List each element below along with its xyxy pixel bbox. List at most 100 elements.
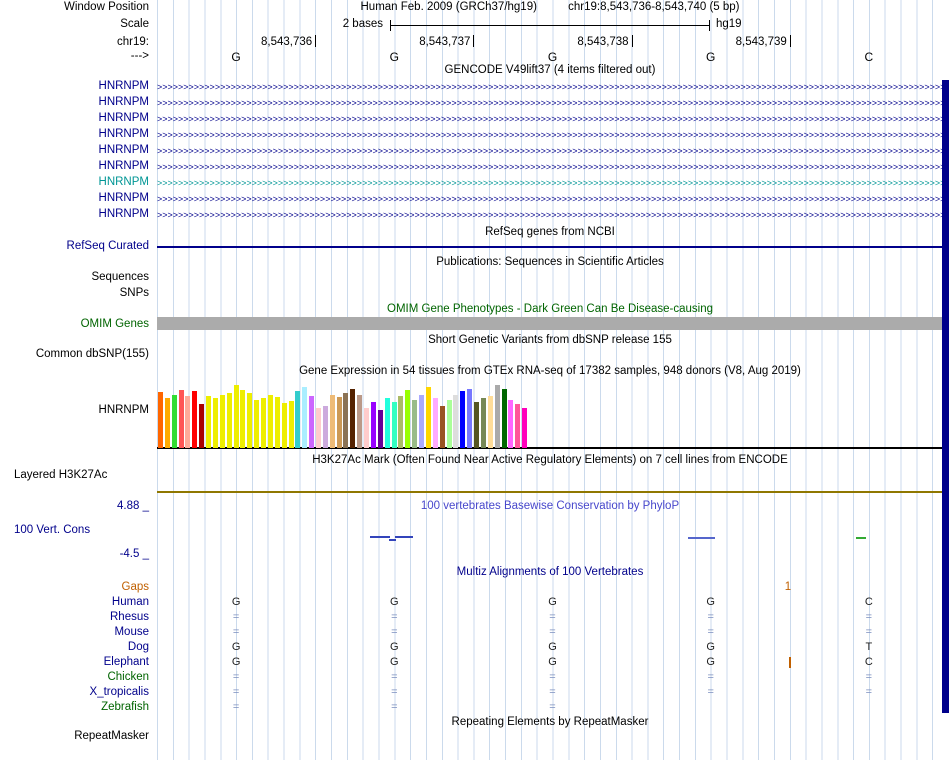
gtex-bar[interactable] (412, 400, 418, 448)
omim-gene-bar[interactable] (157, 317, 948, 330)
alignment-base: = (865, 626, 873, 638)
gene-exon-arrows[interactable]: >>>>>>>>>>>>>>>>>>>>>>>>>>>>>>>>>>>>>>>>… (157, 97, 942, 109)
gtex-bar[interactable] (474, 402, 480, 448)
gtex-bar[interactable] (425, 387, 431, 448)
gtex-bar[interactable] (192, 391, 198, 448)
alignment-base: G (231, 641, 241, 653)
gtex-bar[interactable] (206, 396, 212, 448)
gtex-bar[interactable] (199, 404, 205, 448)
sequences-label[interactable]: Sequences (0, 271, 149, 283)
gtex-bar[interactable] (288, 401, 294, 448)
gene-label[interactable]: HNRNPM (0, 144, 149, 156)
gtex-bar[interactable] (267, 395, 273, 448)
gtex-bar[interactable] (522, 408, 528, 448)
gtex-bar[interactable] (171, 395, 177, 448)
gene-exon-arrows[interactable]: >>>>>>>>>>>>>>>>>>>>>>>>>>>>>>>>>>>>>>>>… (157, 193, 942, 205)
species-label[interactable]: Rhesus (0, 611, 149, 623)
gtex-bar[interactable] (460, 391, 466, 448)
species-label[interactable]: Chicken (0, 671, 149, 683)
gtex-gene-label[interactable]: HNRNPM (0, 404, 149, 416)
gene-exon-arrows[interactable]: >>>>>>>>>>>>>>>>>>>>>>>>>>>>>>>>>>>>>>>>… (157, 81, 942, 93)
gaps-label[interactable]: Gaps (0, 581, 150, 593)
gtex-bar[interactable] (508, 400, 514, 448)
ruler-base: C (864, 50, 874, 64)
species-label[interactable]: Human (0, 596, 149, 608)
dbsnp-label[interactable]: Common dbSNP(155) (0, 348, 149, 360)
gene-exon-arrows[interactable]: >>>>>>>>>>>>>>>>>>>>>>>>>>>>>>>>>>>>>>>>… (157, 161, 942, 173)
gene-exon-arrows[interactable]: >>>>>>>>>>>>>>>>>>>>>>>>>>>>>>>>>>>>>>>>… (157, 113, 942, 125)
refseq-gene-bar[interactable] (157, 246, 943, 248)
gtex-bar[interactable] (432, 398, 438, 448)
gtex-bar[interactable] (233, 385, 239, 448)
gtex-bar[interactable] (364, 408, 370, 448)
conservation-label[interactable]: 100 Vert. Cons (14, 524, 90, 536)
gtex-bar[interactable] (178, 390, 184, 448)
gtex-bar[interactable] (494, 385, 500, 448)
alignment-base: = (232, 701, 240, 713)
gtex-bar[interactable] (439, 406, 445, 448)
gtex-bar[interactable] (480, 398, 486, 448)
gtex-bar[interactable] (384, 398, 390, 448)
species-label[interactable]: Zebrafish (0, 701, 149, 713)
gtex-bar[interactable] (377, 410, 383, 448)
gene-exon-arrows[interactable]: >>>>>>>>>>>>>>>>>>>>>>>>>>>>>>>>>>>>>>>>… (157, 177, 942, 189)
gtex-bar[interactable] (158, 392, 163, 448)
species-label[interactable]: Mouse (0, 626, 149, 638)
gtex-bar[interactable] (467, 389, 473, 448)
gtex-bar[interactable] (247, 393, 253, 448)
gtex-bar[interactable] (226, 393, 232, 448)
gtex-bar[interactable] (398, 396, 404, 448)
gtex-bar[interactable] (391, 402, 397, 448)
alignment-base: = (391, 701, 398, 713)
gtex-bar[interactable] (295, 391, 301, 448)
gene-label[interactable]: HNRNPM (0, 192, 149, 204)
gtex-bar[interactable] (370, 402, 376, 448)
gtex-bar[interactable] (274, 397, 280, 448)
gtex-bar[interactable] (329, 395, 335, 448)
gtex-bar[interactable] (453, 395, 459, 448)
gtex-bar[interactable] (350, 389, 356, 448)
h3k27ac-label[interactable]: Layered H3K27Ac (14, 469, 107, 481)
gene-label[interactable]: HNRNPM (0, 128, 149, 140)
gtex-bar[interactable] (254, 400, 260, 448)
gene-label[interactable]: HNRNPM (0, 96, 149, 108)
gtex-bar[interactable] (357, 395, 363, 448)
gene-label[interactable]: HNRNPM (0, 80, 149, 92)
gtex-bar[interactable] (343, 393, 349, 448)
species-label[interactable]: Elephant (0, 656, 149, 668)
gene-label[interactable]: HNRNPM (0, 160, 149, 172)
snps-label[interactable]: SNPs (0, 287, 149, 299)
alignment-base: G (231, 596, 241, 608)
gtex-bar[interactable] (446, 400, 452, 448)
gtex-bar[interactable] (322, 406, 328, 448)
species-label[interactable]: Dog (0, 641, 149, 653)
gtex-bar[interactable] (212, 398, 218, 448)
gtex-bar[interactable] (336, 397, 342, 448)
gtex-bar[interactable] (261, 398, 267, 448)
h3k27ac-signal-line[interactable] (157, 491, 948, 493)
gtex-bar[interactable] (164, 398, 170, 448)
gene-label[interactable]: HNRNPM (0, 176, 149, 188)
gene-exon-arrows[interactable]: >>>>>>>>>>>>>>>>>>>>>>>>>>>>>>>>>>>>>>>>… (157, 145, 942, 157)
gtex-bar[interactable] (405, 390, 411, 448)
omim-genes-label[interactable]: OMIM Genes (0, 318, 149, 330)
gtex-bar[interactable] (302, 387, 308, 448)
gtex-bar[interactable] (240, 390, 246, 448)
gene-label[interactable]: HNRNPM (0, 208, 149, 220)
scale-bar (390, 25, 710, 26)
gene-exon-arrows[interactable]: >>>>>>>>>>>>>>>>>>>>>>>>>>>>>>>>>>>>>>>>… (157, 129, 942, 141)
gtex-bar[interactable] (316, 408, 321, 448)
species-label[interactable]: X_tropicalis (0, 686, 149, 698)
gtex-bar[interactable] (219, 395, 225, 448)
gtex-bar[interactable] (487, 396, 493, 448)
gtex-bar[interactable] (501, 389, 507, 448)
gtex-bar[interactable] (309, 396, 315, 448)
repeatmasker-label[interactable]: RepeatMasker (0, 730, 149, 742)
gene-exon-arrows[interactable]: >>>>>>>>>>>>>>>>>>>>>>>>>>>>>>>>>>>>>>>>… (157, 209, 942, 221)
gene-label[interactable]: HNRNPM (0, 112, 149, 124)
gtex-bar[interactable] (515, 404, 521, 448)
refseq-curated-label[interactable]: RefSeq Curated (0, 240, 149, 252)
gtex-bar[interactable] (419, 395, 425, 448)
gtex-bar[interactable] (185, 396, 191, 448)
gtex-bar[interactable] (281, 403, 287, 448)
